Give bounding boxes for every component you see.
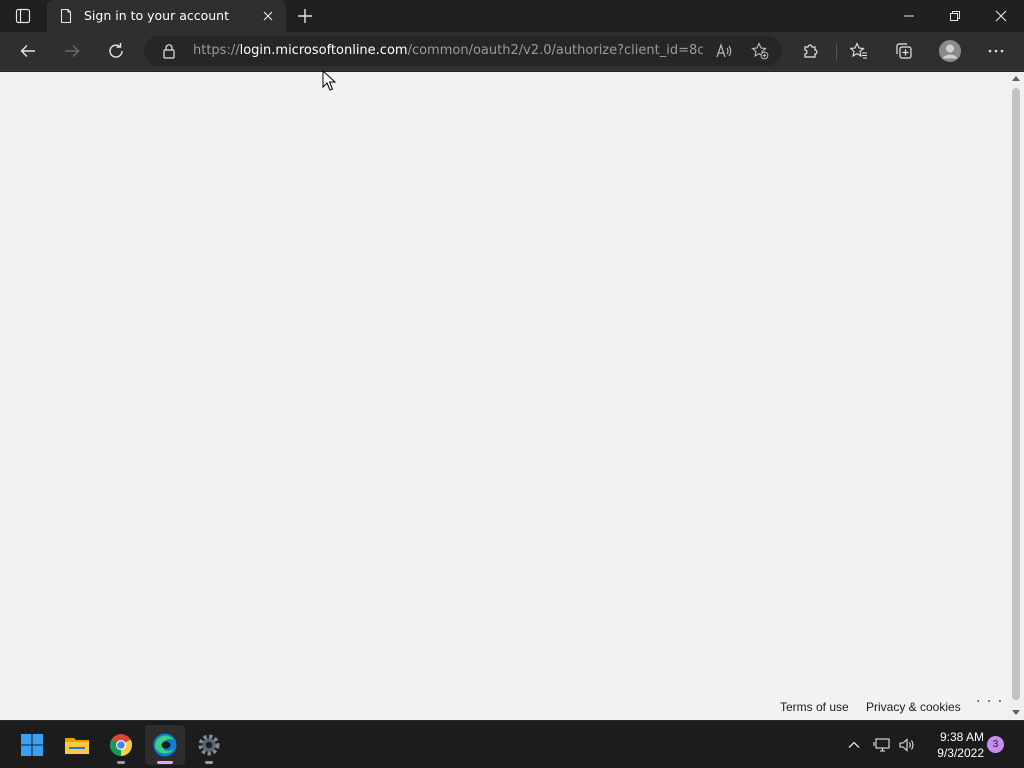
url-path: /common/oauth2/v2.0/authorize?client_id=… (407, 43, 703, 58)
read-aloud-button[interactable] (713, 41, 735, 61)
page-icon (60, 8, 72, 24)
active-indicator (157, 761, 173, 764)
close-window-button[interactable] (978, 0, 1024, 32)
network-button[interactable] (870, 733, 894, 757)
favorites-icon (850, 42, 867, 59)
show-hidden-icons-button[interactable] (842, 733, 866, 757)
running-indicator (117, 761, 125, 764)
close-tab-icon[interactable] (260, 8, 276, 24)
scroll-down-arrow-icon[interactable] (1012, 710, 1020, 715)
url-scheme: https:// (193, 43, 240, 58)
volume-icon (899, 738, 914, 752)
url-host: login.microsoftonline.com (239, 43, 408, 58)
restore-icon (950, 11, 960, 21)
back-button[interactable] (13, 37, 43, 65)
url-text[interactable]: https://login.microsoftonline.com/common… (193, 36, 703, 66)
collections-button[interactable] (889, 37, 919, 65)
page-footer: Terms of use Privacy & cookies · · · (0, 692, 1008, 720)
chevron-up-icon (848, 741, 860, 748)
windows-taskbar: 9:38 AM 9/3/2022 (0, 720, 1024, 768)
vertical-scrollbar[interactable] (1008, 72, 1024, 720)
minimize-button[interactable] (886, 0, 932, 32)
new-tab-icon[interactable] (293, 4, 317, 28)
restore-button[interactable] (932, 0, 978, 32)
scroll-up-arrow-icon[interactable] (1012, 76, 1020, 81)
terms-of-use-link[interactable]: Terms of use (780, 700, 849, 714)
profile-button[interactable] (935, 37, 965, 65)
edge-icon (153, 733, 177, 757)
address-bar[interactable]: https://login.microsoftonline.com/common… (144, 36, 782, 66)
refresh-button[interactable] (101, 37, 131, 65)
add-favorite-button[interactable] (749, 41, 771, 61)
toolbar-divider (836, 44, 837, 60)
forward-arrow-icon (65, 45, 80, 57)
tab-actions-button[interactable] (0, 0, 46, 32)
taskbar-clock[interactable]: 9:38 AM 9/3/2022 (924, 729, 984, 761)
clock-time: 9:38 AM (939, 730, 984, 744)
notification-badge[interactable]: 3 (987, 736, 1004, 753)
scrollbar-thumb[interactable] (1012, 88, 1020, 700)
taskbar-file-explorer[interactable] (57, 725, 97, 765)
chrome-icon (110, 734, 132, 756)
clock-date: 9/3/2022 (937, 746, 984, 760)
taskbar-edge[interactable] (145, 725, 185, 765)
taskbar-settings[interactable] (189, 725, 229, 765)
forward-button[interactable] (57, 37, 87, 65)
start-icon (21, 734, 43, 756)
collections-icon (896, 43, 912, 59)
back-arrow-icon (20, 45, 35, 57)
network-icon (873, 738, 890, 752)
avatar (939, 40, 961, 62)
browser-toolbar: https://login.microsoftonline.com/common… (0, 32, 1024, 71)
title-bar: Sign in to your account (0, 0, 1024, 32)
active-tab[interactable]: Sign in to your account (47, 0, 286, 32)
close-icon (995, 10, 1007, 22)
tab-title: Sign in to your account (84, 8, 230, 23)
taskbar-chrome[interactable] (101, 725, 141, 765)
read-aloud-icon (716, 43, 732, 58)
page-viewport: Terms of use Privacy & cookies · · · (0, 72, 1024, 720)
more-horizontal-icon (988, 49, 1004, 53)
favorites-button[interactable] (844, 37, 874, 65)
refresh-icon (109, 43, 123, 58)
minimize-icon (904, 15, 914, 17)
running-indicator (205, 761, 213, 764)
settings-more-button[interactable] (981, 37, 1011, 65)
start-button[interactable] (12, 725, 52, 765)
mouse-cursor-icon (322, 70, 336, 91)
privacy-cookies-link[interactable]: Privacy & cookies (866, 700, 961, 714)
add-favorite-icon (751, 42, 769, 60)
settings-icon (198, 734, 220, 756)
footer-more-button[interactable]: · · · (976, 694, 1003, 710)
lock-icon[interactable] (161, 43, 177, 59)
extensions-button[interactable] (796, 37, 826, 65)
file-explorer-icon (65, 738, 89, 754)
extensions-icon (804, 44, 818, 58)
tab-actions-icon (15, 8, 31, 24)
volume-button[interactable] (895, 733, 919, 757)
